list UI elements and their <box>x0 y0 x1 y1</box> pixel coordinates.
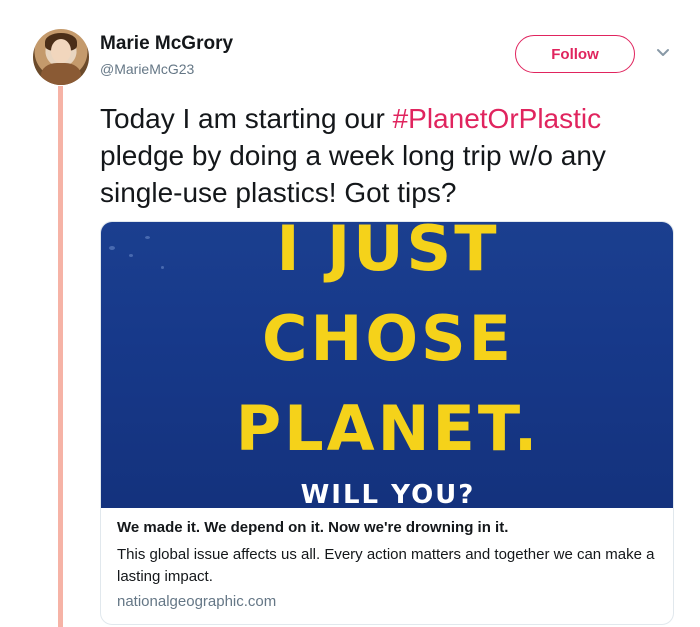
card-image-line1: I JUST <box>276 222 500 285</box>
user-name[interactable]: Marie McGrory <box>100 33 233 55</box>
hashtag-link[interactable]: #PlanetOrPlastic <box>393 103 602 134</box>
chevron-down-icon[interactable] <box>655 45 671 61</box>
card-description: This global issue affects us all. Every … <box>117 546 655 585</box>
card-image-subline: WILL YOU? <box>300 480 476 508</box>
avatar-face <box>51 39 71 63</box>
link-card[interactable]: I JUST CHOSE PLANET. WILL YOU? We made i… <box>100 221 674 625</box>
card-body[interactable]: We made it. We depend on it. Now we're d… <box>117 518 662 610</box>
tweet-text: Today I am starting our #PlanetOrPlastic… <box>100 100 680 211</box>
tweet-text-start: Today I am starting our <box>100 103 393 134</box>
tweet-text-end: pledge by doing a week long trip w/o any… <box>100 140 606 208</box>
card-image-line2: CHOSE <box>261 302 515 375</box>
user-handle[interactable]: @MarieMcG23 <box>100 61 194 77</box>
card-image[interactable]: I JUST CHOSE PLANET. WILL YOU? <box>101 222 673 508</box>
user-avatar[interactable] <box>33 29 89 85</box>
card-image-line3: PLANET. <box>235 392 541 465</box>
card-domain: nationalgeographic.com <box>117 593 277 610</box>
avatar-body <box>41 63 81 85</box>
follow-button[interactable]: Follow <box>515 35 635 73</box>
thread-line <box>58 86 63 627</box>
card-title: We made it. We depend on it. Now we're d… <box>117 519 509 536</box>
